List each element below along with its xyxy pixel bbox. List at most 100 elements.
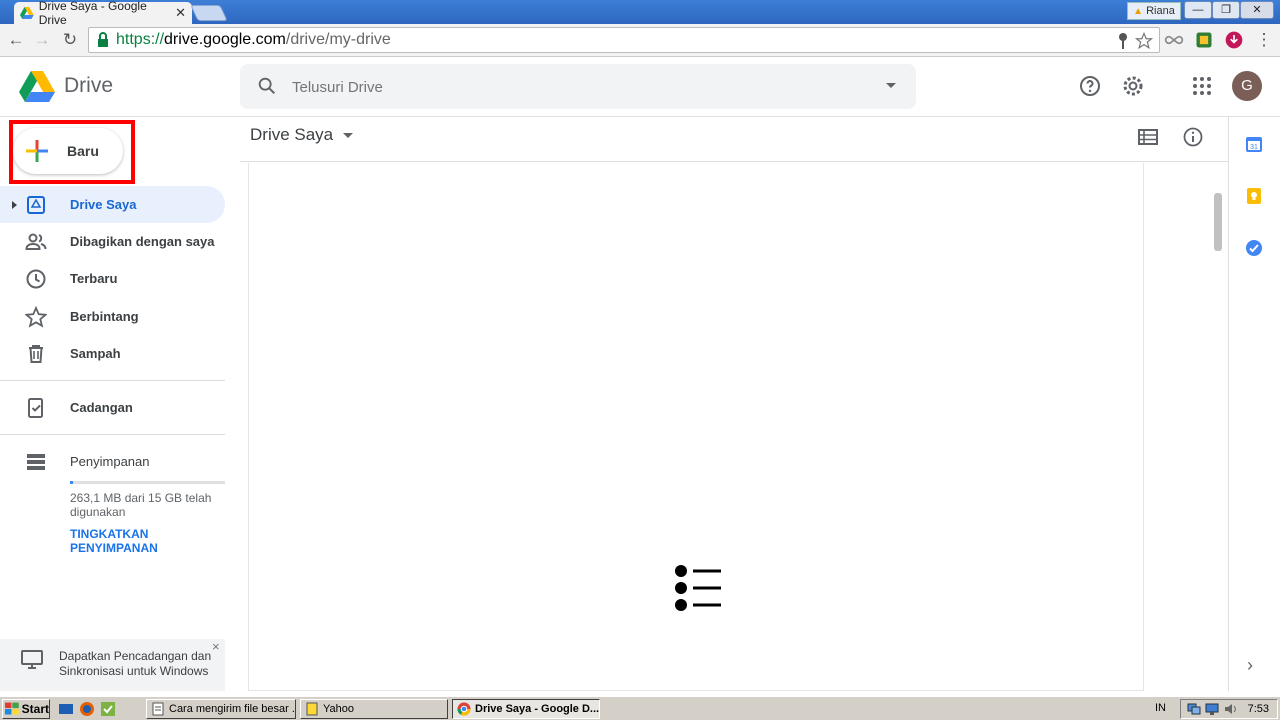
people-icon bbox=[25, 233, 47, 250]
new-button-label: Baru bbox=[67, 143, 99, 159]
app-header: Drive G bbox=[0, 57, 1280, 117]
list-bullets-icon bbox=[675, 565, 721, 611]
extension-icon[interactable] bbox=[1194, 30, 1214, 50]
calendar-day: 31 bbox=[1250, 144, 1258, 151]
main-content: Drive Saya bbox=[240, 117, 1228, 691]
my-drive-icon bbox=[27, 195, 45, 214]
taskbar-item-label: Drive Saya - Google D... bbox=[475, 703, 600, 715]
breadcrumb[interactable]: Drive Saya bbox=[250, 125, 354, 145]
network-icon[interactable] bbox=[1187, 702, 1201, 716]
browser-titlebar: Drive Saya - Google Drive ✕ ▲ Riana — ❐ … bbox=[0, 0, 1280, 27]
upgrade-storage-link[interactable]: TINGKATKAN PENYIMPANAN bbox=[70, 527, 220, 555]
sidebar: Baru Drive Saya Dibagikan dengan saya Te… bbox=[0, 117, 240, 691]
language-indicator[interactable]: IN bbox=[1155, 702, 1166, 714]
tab-close-icon[interactable]: ✕ bbox=[175, 5, 186, 21]
taskbar-item[interactable]: Cara mengirim file besar ... bbox=[146, 699, 296, 719]
clock[interactable]: 7:53 bbox=[1248, 703, 1269, 715]
keep-icon[interactable] bbox=[1245, 187, 1263, 205]
storage-progress-bar bbox=[70, 481, 225, 484]
help-icon[interactable] bbox=[1078, 74, 1102, 98]
notepad-icon bbox=[306, 702, 318, 716]
sidebar-item-label: Dibagikan dengan saya bbox=[70, 234, 215, 249]
info-icon[interactable] bbox=[1182, 126, 1204, 148]
sidebar-item-label: Terbaru bbox=[70, 271, 118, 286]
search-icon[interactable] bbox=[256, 75, 278, 97]
start-label: Start bbox=[21, 702, 49, 716]
account-avatar[interactable]: G bbox=[1232, 71, 1262, 101]
sidebar-divider bbox=[0, 380, 225, 381]
sidebar-item-label: Sampah bbox=[70, 346, 121, 361]
sidebar-item-trash[interactable]: Sampah bbox=[0, 335, 225, 372]
document-icon bbox=[152, 702, 164, 716]
volume-icon[interactable] bbox=[1223, 702, 1237, 716]
start-button[interactable]: Start bbox=[2, 699, 50, 719]
sidebar-item-shared[interactable]: Dibagikan dengan saya bbox=[0, 223, 225, 260]
forward-icon[interactable]: → bbox=[32, 30, 52, 50]
file-list-pane[interactable] bbox=[248, 163, 1144, 691]
chevron-down-icon bbox=[343, 132, 354, 138]
sidebar-item-label: Berbintang bbox=[70, 309, 139, 324]
monitor-icon[interactable] bbox=[1205, 702, 1219, 716]
app-name: Drive bbox=[64, 74, 114, 97]
side-panel: 31 › bbox=[1228, 117, 1280, 691]
key-icon[interactable] bbox=[1117, 32, 1129, 50]
new-tab-button[interactable] bbox=[190, 5, 228, 21]
google-drive-logo-icon[interactable] bbox=[19, 71, 55, 103]
expand-panel-icon[interactable]: › bbox=[1247, 655, 1253, 676]
restore-button[interactable]: ❐ bbox=[1212, 1, 1240, 19]
toolbar-divider bbox=[240, 161, 1228, 162]
sidebar-item-starred[interactable]: Berbintang bbox=[0, 298, 225, 335]
profile-badge[interactable]: ▲ Riana bbox=[1127, 2, 1181, 20]
firefox-icon[interactable] bbox=[79, 701, 95, 717]
url-text: https://drive.google.com/drive/my-drive bbox=[116, 31, 391, 48]
apps-grid-icon[interactable] bbox=[1190, 74, 1214, 98]
promo-close-icon[interactable]: × bbox=[212, 639, 220, 654]
warning-icon: ▲ bbox=[1133, 5, 1144, 17]
taskbar-item[interactable]: Yahoo bbox=[300, 699, 448, 719]
computer-icon bbox=[21, 650, 43, 669]
star-bookmark-icon[interactable] bbox=[1135, 32, 1153, 50]
search-input[interactable] bbox=[292, 75, 852, 99]
sidebar-item-label: Penyimpanan bbox=[70, 454, 150, 469]
clock-icon bbox=[26, 269, 46, 288]
sidebar-item-my-drive[interactable]: Drive Saya bbox=[0, 186, 225, 223]
storage-icon bbox=[27, 453, 45, 470]
infinity-extension-icon[interactable] bbox=[1164, 30, 1184, 50]
sidebar-divider bbox=[0, 434, 225, 435]
show-desktop-icon[interactable] bbox=[58, 701, 74, 717]
back-icon[interactable]: ← bbox=[6, 30, 26, 50]
sidebar-item-backups[interactable]: Cadangan bbox=[0, 389, 225, 426]
quicklaunch-app-icon[interactable] bbox=[100, 701, 116, 717]
sidebar-item-storage[interactable]: Penyimpanan bbox=[0, 443, 225, 480]
sidebar-item-recent[interactable]: Terbaru bbox=[0, 260, 225, 297]
settings-gear-icon[interactable] bbox=[1121, 74, 1145, 98]
minimize-button[interactable]: — bbox=[1184, 1, 1212, 19]
windows-logo-icon bbox=[5, 702, 19, 715]
storage-progress-fill bbox=[70, 481, 73, 484]
taskbar-item-active[interactable]: Drive Saya - Google D... bbox=[452, 699, 600, 719]
calendar-icon[interactable]: 31 bbox=[1245, 135, 1263, 153]
download-extension-icon[interactable] bbox=[1224, 30, 1244, 50]
expand-caret-icon[interactable] bbox=[12, 200, 17, 209]
taskbar-item-label: Yahoo bbox=[323, 703, 354, 715]
search-box[interactable] bbox=[240, 64, 916, 109]
windows-taskbar: Start Cara mengirim file besar ... Yahoo… bbox=[0, 696, 1280, 720]
close-window-button[interactable]: ✕ bbox=[1240, 1, 1274, 19]
backup-device-icon bbox=[28, 397, 43, 418]
search-options-chevron-icon[interactable] bbox=[886, 83, 896, 88]
scrollbar-thumb[interactable] bbox=[1214, 193, 1222, 251]
reload-icon[interactable]: ↻ bbox=[60, 30, 80, 50]
list-view-icon[interactable] bbox=[1137, 126, 1159, 148]
drive-favicon-icon bbox=[20, 7, 34, 19]
sidebar-item-label: Drive Saya bbox=[70, 197, 137, 212]
taskbar-item-label: Cara mengirim file besar ... bbox=[169, 703, 296, 715]
promo-text: Dapatkan Pencadangan dan Sinkronisasi un… bbox=[59, 649, 212, 678]
address-bar[interactable]: https://drive.google.com/drive/my-drive bbox=[88, 27, 1160, 53]
tasks-icon[interactable] bbox=[1245, 239, 1263, 257]
sidebar-item-label: Cadangan bbox=[70, 400, 133, 415]
trash-icon bbox=[29, 344, 43, 363]
new-button[interactable]: Baru bbox=[13, 128, 123, 174]
backup-sync-promo[interactable]: Dapatkan Pencadangan dan Sinkronisasi un… bbox=[0, 639, 225, 691]
chrome-menu-icon[interactable]: ⋮ bbox=[1254, 30, 1274, 50]
browser-tab[interactable]: Drive Saya - Google Drive ✕ bbox=[14, 0, 192, 27]
